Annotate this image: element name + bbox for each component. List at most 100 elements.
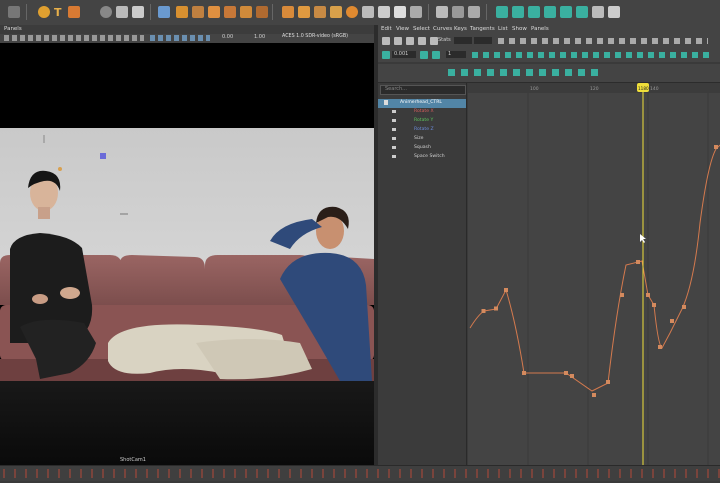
tangent-icons[interactable] [498, 38, 708, 44]
stats-field[interactable] [454, 37, 472, 44]
shape-icon[interactable] [240, 6, 252, 18]
channel-icon [392, 128, 396, 131]
keyframe[interactable] [606, 380, 610, 384]
menu-curves[interactable]: Curves [433, 26, 452, 32]
rig-icon[interactable] [282, 6, 294, 18]
snap-icon[interactable] [420, 51, 428, 59]
key-tool-icon[interactable] [382, 37, 390, 45]
curve-graph[interactable]: 100 120 140 1180 [468, 83, 720, 465]
shape-icon[interactable] [176, 6, 188, 18]
text-tool-icon[interactable]: T [54, 6, 66, 19]
curve-tool-icons[interactable] [472, 52, 712, 58]
shape-icon[interactable] [208, 6, 220, 18]
menu-edit[interactable]: Edit [381, 26, 392, 32]
menu-list[interactable]: List [498, 26, 508, 32]
separator [428, 4, 429, 20]
channel-icon [392, 110, 396, 113]
value-field[interactable]: 1 [446, 51, 466, 58]
menu-tangents[interactable]: Tangents [470, 26, 495, 32]
key-tool-icon[interactable] [418, 37, 426, 45]
rig-icon[interactable] [378, 6, 390, 18]
keyframe[interactable] [494, 306, 498, 311]
rig-icon[interactable] [298, 6, 310, 18]
key-tool-icon[interactable] [430, 37, 438, 45]
control-row[interactable]: Animerhead_CTRL [378, 99, 466, 108]
search-input[interactable]: Search... [380, 85, 466, 95]
shape-icon[interactable] [256, 6, 268, 18]
key-tool-icon[interactable] [394, 37, 402, 45]
snap-icon[interactable] [382, 51, 390, 59]
channel-row[interactable]: Rotate Z [378, 126, 466, 135]
keyframe[interactable] [646, 293, 650, 297]
rig-icon[interactable] [346, 6, 358, 18]
channel-row[interactable]: Rotate X [378, 108, 466, 117]
key-tool-icon[interactable] [406, 37, 414, 45]
menu-select[interactable]: Select [413, 26, 430, 32]
keyframe[interactable] [658, 345, 662, 349]
filter-icons[interactable] [448, 69, 598, 76]
keyframe[interactable] [682, 305, 686, 309]
camera-icon[interactable] [158, 6, 170, 18]
keyframe[interactable] [504, 288, 508, 292]
teal-tool-icon[interactable] [576, 6, 588, 18]
channel-row[interactable]: Size [378, 135, 466, 144]
teal-tool-icon[interactable] [544, 6, 556, 18]
viewport-tool-icons[interactable] [4, 35, 144, 41]
cube-icon[interactable] [68, 6, 80, 18]
close-tool-icon[interactable] [116, 6, 128, 18]
keyframe[interactable] [570, 374, 574, 378]
keyframes[interactable] [481, 145, 719, 397]
keyframe[interactable] [522, 371, 526, 375]
channel-icon [392, 119, 396, 122]
panels-menu[interactable]: Panels [4, 26, 22, 32]
menu-view[interactable]: View [396, 26, 409, 32]
ruler-tick: 140 [650, 86, 659, 92]
rig-icon[interactable] [362, 6, 374, 18]
menu-keys[interactable]: Keys [454, 26, 467, 32]
curve-canvas[interactable]: 100 120 140 1180 [468, 83, 720, 465]
channel-row[interactable]: Space Switch [378, 153, 466, 162]
keyframe[interactable] [592, 393, 596, 397]
viewport[interactable]: ShotCam1 [0, 43, 374, 465]
channel-row[interactable]: Rotate Y [378, 117, 466, 126]
teal-tool-icon[interactable] [512, 6, 524, 18]
tool-icon[interactable] [608, 6, 620, 18]
exposure-field[interactable]: 0.00 [222, 34, 233, 40]
teal-tool-icon[interactable] [496, 6, 508, 18]
frame-icon[interactable] [468, 6, 480, 18]
shape-icon[interactable] [192, 6, 204, 18]
stats-field[interactable] [474, 37, 492, 44]
snap-icon[interactable] [432, 51, 440, 59]
rig-icon[interactable] [410, 6, 422, 18]
gamma-field[interactable]: 1.00 [254, 34, 265, 40]
rig-icon[interactable] [330, 6, 342, 18]
color-space-dropdown[interactable]: ACES 1.0 SDR-video (sRGB) [282, 34, 348, 39]
keyframe[interactable] [652, 303, 656, 307]
frame-field[interactable]: 0.001 [392, 51, 416, 58]
keyframe[interactable] [481, 309, 486, 313]
rig-icon[interactable] [314, 6, 326, 18]
time-slider[interactable] [0, 465, 720, 481]
menu-panels[interactable]: Panels [531, 26, 549, 32]
teal-tool-icon[interactable] [528, 6, 540, 18]
keyframe[interactable] [564, 371, 568, 375]
keyframe[interactable] [636, 260, 640, 264]
keyframe[interactable] [620, 293, 624, 297]
tool-icon[interactable] [132, 6, 144, 18]
animation-curve[interactable] [469, 144, 720, 392]
rig-icon[interactable] [394, 6, 406, 18]
channel-row[interactable]: Squash [378, 144, 466, 153]
shading-icons[interactable] [150, 35, 210, 41]
tool-icon[interactable] [592, 6, 604, 18]
menu-icon[interactable] [8, 6, 20, 18]
search-tool-icon[interactable] [100, 6, 112, 18]
pen-icon[interactable] [436, 6, 448, 18]
shape-icon[interactable] [224, 6, 236, 18]
keyframe[interactable] [714, 145, 718, 149]
keyframe[interactable] [670, 319, 674, 323]
menu-show[interactable]: Show [512, 26, 527, 32]
channel-outliner: Search... Animerhead_CTRL Rotate X Rotat… [378, 83, 467, 465]
grid-icon[interactable] [452, 6, 464, 18]
teal-tool-icon[interactable] [560, 6, 572, 18]
star-icon[interactable] [38, 6, 50, 18]
